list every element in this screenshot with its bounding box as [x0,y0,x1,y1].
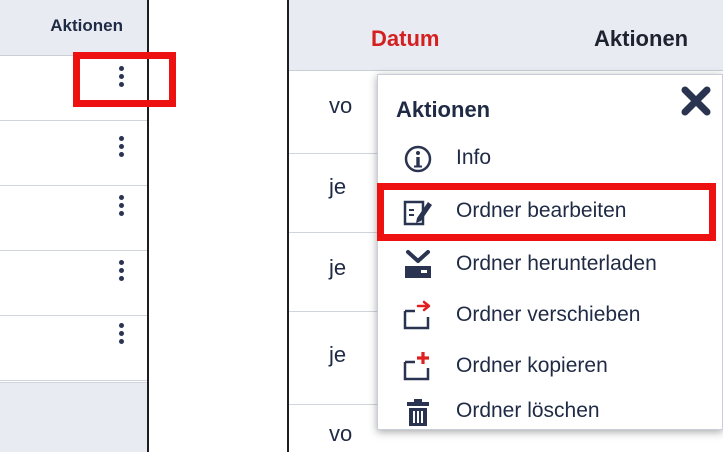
copy-folder-icon [402,351,434,383]
menu-title: Aktionen [396,97,491,122]
table-footer [0,382,147,452]
menu-item-ordner-kopieren[interactable]: Ordner kopieren [378,345,722,389]
highlight-ordner-bearbeiten [377,183,716,241]
table-row [0,121,147,186]
menu-item-ordner-verschieben[interactable]: Ordner verschieben [378,294,722,338]
kebab-menu-icon[interactable] [119,323,125,347]
menu-item-label: Ordner löschen [456,399,600,422]
menu-item-label: Ordner verschieben [456,303,641,326]
menu-item-label: Info [456,146,492,169]
menu-item-ordner-herunterladen[interactable]: Ordner herunterladen [378,243,722,287]
row-text: je [329,255,347,280]
close-icon[interactable] [680,85,712,117]
info-icon [402,143,434,175]
kebab-menu-icon[interactable] [119,260,125,284]
trash-icon [402,396,434,428]
table-row [0,186,147,251]
menu-item-info[interactable]: Info [378,137,722,181]
menu-item-ordner-loeschen[interactable]: Ordner löschen [378,390,722,434]
kebab-menu-icon[interactable] [119,195,125,219]
menu-item-label: Ordner herunterladen [456,252,657,275]
row-text: vo [329,93,353,118]
move-folder-icon [402,300,434,332]
actions-menu: Aktionen Info Ordner bearbeiten Ordner h… [377,74,723,430]
right-table-header: Datum Aktionen [289,0,723,71]
download-icon [402,249,434,281]
kebab-menu-icon[interactable] [119,136,125,160]
table-row [0,316,147,381]
aktionen-column-header: Aktionen [50,16,123,35]
aktionen-column-header: Aktionen [594,26,689,51]
table-row [0,251,147,316]
highlight-first-row-actions [73,52,176,107]
datum-column-header[interactable]: Datum [371,26,439,52]
menu-item-label: Ordner kopieren [456,354,608,377]
row-text: vo [329,421,353,446]
row-text: je [329,174,347,199]
row-text: je [329,342,347,367]
left-table-header: Aktionen [0,0,147,56]
